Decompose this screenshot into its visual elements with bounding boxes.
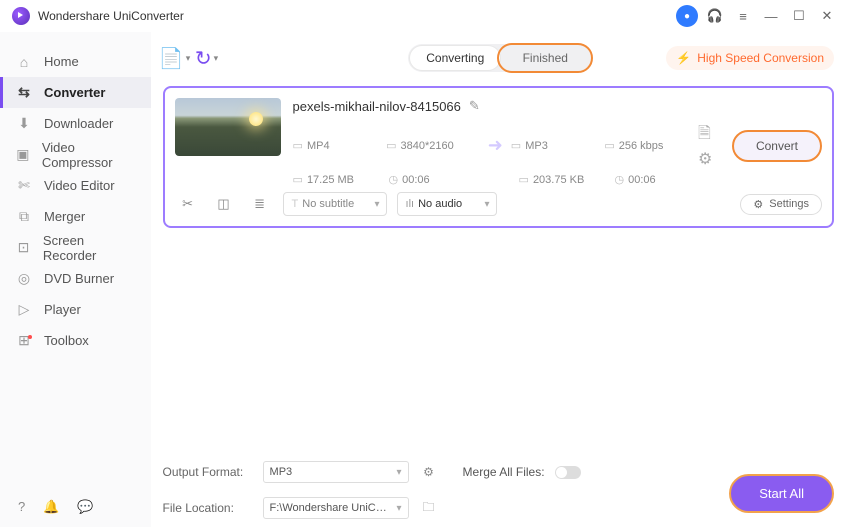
file-name: pexels-mikhail-nilov-8415066: [293, 99, 461, 114]
sidebar-item-video-editor[interactable]: ✄ Video Editor: [0, 170, 151, 201]
src-duration: 00:06: [402, 174, 430, 186]
sidebar-item-label: Converter: [44, 85, 105, 100]
tab-finished[interactable]: Finished: [500, 46, 590, 70]
sidebar-item-home[interactable]: ⌂ Home: [0, 46, 151, 77]
sidebar-item-converter[interactable]: ⇆ Converter: [0, 77, 151, 108]
dst-size: 203.75 KB: [533, 174, 584, 186]
maximize-icon[interactable]: ☐: [788, 5, 810, 27]
tools-row: ✂ ◫ ≣ TNo subtitle ılıNo audio ⚙Settings: [175, 192, 822, 216]
dst-bitrate: 256 kbps: [619, 140, 664, 152]
arrow-icon: ➜: [488, 135, 503, 156]
sidebar-bottom: ? 🔔 💬: [0, 487, 151, 527]
film-icon: ▭: [293, 139, 303, 152]
dvd-icon: ◎: [16, 271, 32, 287]
meta-row: ▭ MP4 ▭ 3840*2160 ➜ ▭ MP3 ▭ 256 kbps 🗎⚙ Conv…: [293, 122, 822, 169]
file-card: pexels-mikhail-nilov-8415066 ✎ ▭ MP4 ▭ 384…: [163, 86, 834, 228]
dst-format: MP3: [525, 140, 548, 152]
sidebar-item-player[interactable]: ▷ Player: [0, 294, 151, 325]
sidebar-item-video-compressor[interactable]: ▣ Video Compressor: [0, 139, 151, 170]
trim-icon[interactable]: ✂: [175, 193, 201, 215]
audio-icon: ▭: [511, 139, 521, 152]
bitrate-icon: ▭: [604, 139, 614, 152]
sidebar-item-label: Downloader: [44, 116, 113, 131]
convert-button[interactable]: Convert: [732, 130, 822, 162]
sidebar-item-label: Toolbox: [44, 333, 89, 348]
high-speed-conversion-button[interactable]: ⚡High Speed Conversion: [666, 46, 834, 70]
resolution-icon: ▭: [386, 139, 396, 152]
home-icon: ⌂: [16, 54, 32, 70]
sidebar-item-toolbox[interactable]: ⊞Toolbox: [0, 325, 151, 356]
sidebar-item-label: Home: [44, 54, 79, 69]
sidebar-item-label: Merger: [44, 209, 85, 224]
subtitle-select[interactable]: TNo subtitle: [283, 192, 387, 216]
bolt-icon: ⚡: [676, 51, 691, 65]
app-logo: [12, 7, 30, 25]
gear-icon: ⚙: [753, 198, 763, 211]
downloader-icon: ⬇: [16, 116, 32, 132]
tabs: Converting Finished: [408, 44, 592, 72]
add-folder-button[interactable]: ↻▾: [195, 46, 219, 70]
merger-icon: ⧉: [16, 209, 32, 225]
output-format-settings-icon[interactable]: ⚙: [419, 462, 439, 482]
output-settings-icon[interactable]: 🗎⚙: [698, 122, 722, 169]
start-all-button[interactable]: Start All: [729, 474, 834, 513]
merge-toggle[interactable]: [555, 466, 581, 479]
menu-icon[interactable]: ≡: [732, 5, 754, 27]
feedback-icon[interactable]: 💬: [77, 499, 93, 515]
add-file-button[interactable]: 📄▾: [163, 46, 187, 70]
bell-icon[interactable]: 🔔: [43, 499, 59, 515]
duration-icon: ◷: [615, 173, 625, 186]
settings-button[interactable]: ⚙Settings: [740, 194, 822, 215]
minimize-icon[interactable]: —: [760, 5, 782, 27]
main-panel: 📄▾ ↻▾ Converting Finished ⚡High Speed Co…: [151, 32, 850, 527]
output-format-select[interactable]: MP3: [263, 461, 409, 483]
editor-icon: ✄: [16, 178, 32, 194]
sidebar-item-label: Player: [44, 302, 81, 317]
rename-icon[interactable]: ✎: [469, 98, 480, 114]
sidebar-item-dvd-burner[interactable]: ◎ DVD Burner: [0, 263, 151, 294]
src-size: 17.25 MB: [307, 174, 354, 186]
size-icon: ▭: [293, 173, 303, 186]
sidebar-item-label: Video Editor: [44, 178, 115, 193]
sidebar-item-screen-recorder[interactable]: ⊡ Screen Recorder: [0, 232, 151, 263]
duration-icon: ◷: [389, 173, 399, 186]
effects-icon[interactable]: ≣: [247, 193, 273, 215]
sidebar-item-label: Video Compressor: [42, 140, 135, 170]
size-icon: ▭: [519, 173, 529, 186]
sidebar-item-downloader[interactable]: ⬇ Downloader: [0, 108, 151, 139]
src-resolution: 3840*2160: [401, 140, 454, 152]
close-icon[interactable]: ✕: [816, 5, 838, 27]
help-icon[interactable]: ?: [18, 499, 25, 515]
audio-select[interactable]: ılıNo audio: [397, 192, 497, 216]
open-folder-icon[interactable]: 🗀: [419, 498, 439, 518]
sidebar-item-label: DVD Burner: [44, 271, 114, 286]
compressor-icon: ▣: [16, 147, 30, 163]
topbar: 📄▾ ↻▾ Converting Finished ⚡High Speed Co…: [163, 40, 834, 76]
notification-dot: [28, 335, 32, 339]
user-avatar[interactable]: ●: [676, 5, 698, 27]
crop-icon[interactable]: ◫: [211, 193, 237, 215]
converter-icon: ⇆: [16, 85, 32, 101]
titlebar: Wondershare UniConverter ● 🎧 ≡ — ☐ ✕: [0, 0, 850, 32]
file-location-label: File Location:: [163, 501, 253, 515]
file-name-row: pexels-mikhail-nilov-8415066 ✎: [293, 98, 822, 114]
dst-duration: 00:06: [628, 174, 656, 186]
sidebar-item-label: Screen Recorder: [43, 233, 135, 263]
output-format-label: Output Format:: [163, 465, 253, 479]
sidebar: ⌂ Home ⇆ Converter ⬇ Downloader ▣ Video Comp…: [0, 32, 151, 527]
support-icon[interactable]: 🎧: [704, 5, 726, 27]
merge-label: Merge All Files:: [463, 465, 545, 479]
src-format: MP4: [307, 140, 330, 152]
app-title: Wondershare UniConverter: [38, 9, 184, 23]
file-location-select[interactable]: F:\Wondershare UniConverter: [263, 497, 409, 519]
recorder-icon: ⊡: [16, 240, 31, 256]
player-icon: ▷: [16, 302, 32, 318]
video-thumbnail[interactable]: [175, 98, 281, 156]
sidebar-item-merger[interactable]: ⧉ Merger: [0, 201, 151, 232]
meta-row-2: ▭17.25 MB ◷00:06 ▭203.75 KB ◷00:06: [293, 173, 822, 186]
tab-converting[interactable]: Converting: [410, 46, 500, 70]
